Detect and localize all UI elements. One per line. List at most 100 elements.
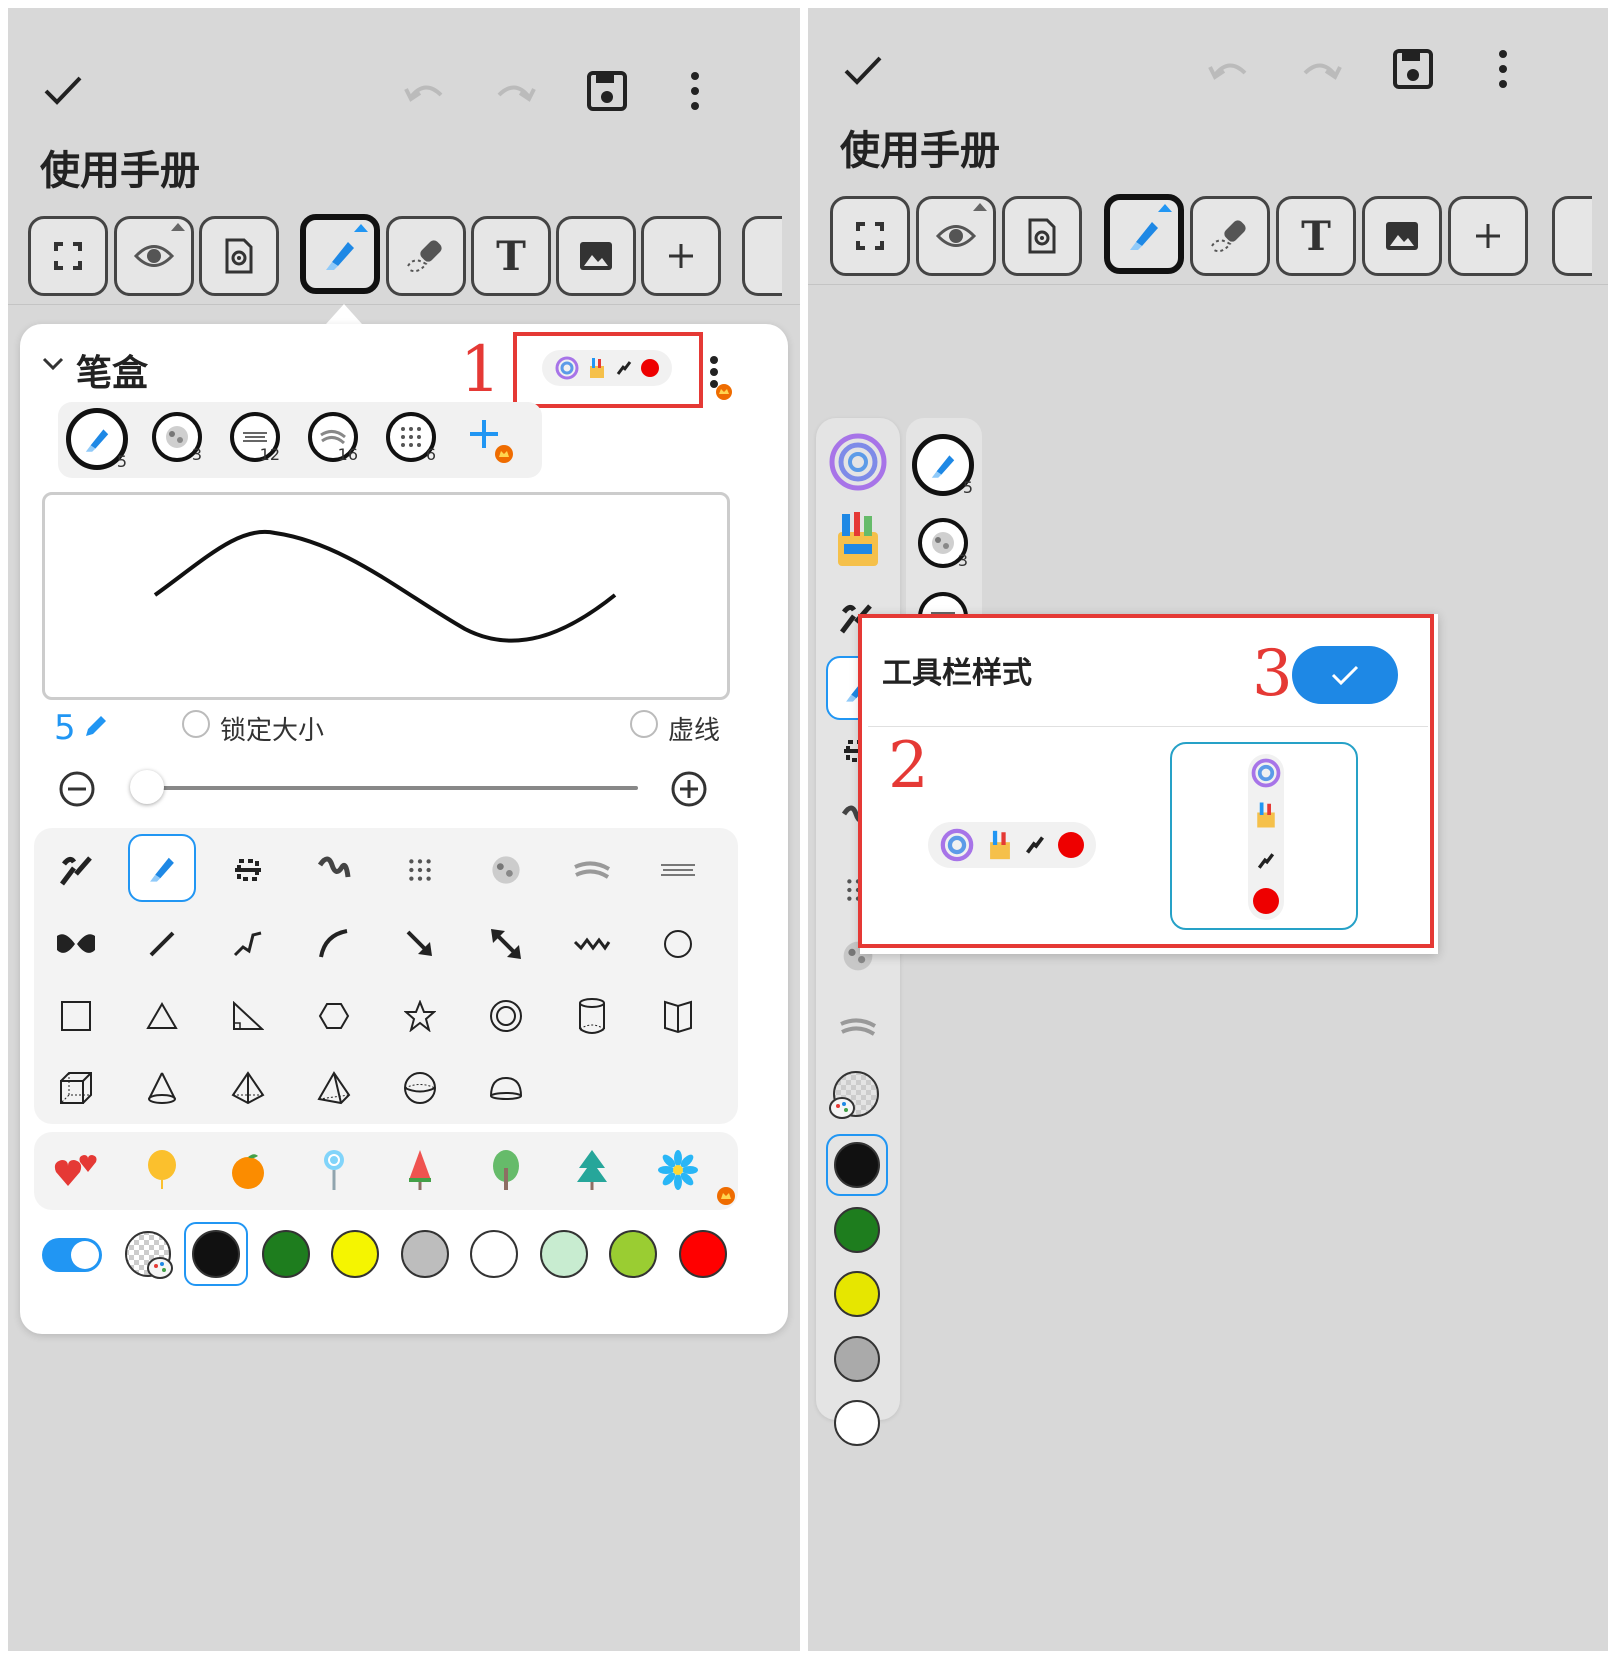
dashed-square-icon[interactable] (214, 838, 282, 902)
pen-tool-button[interactable] (300, 214, 380, 294)
circle-shape-icon[interactable] (644, 912, 712, 976)
save-icon[interactable] (1388, 44, 1438, 94)
undo-icon[interactable] (400, 72, 450, 112)
arc-icon[interactable] (300, 912, 368, 976)
undo-icon[interactable] (1204, 50, 1254, 90)
watermelon-sticker-icon[interactable] (386, 1138, 454, 1202)
pen-slot-2[interactable]: 3 (152, 412, 202, 464)
star-shape-icon[interactable] (386, 984, 454, 1048)
check-icon[interactable] (838, 48, 888, 92)
pine-tree-sticker-icon[interactable] (558, 1138, 626, 1202)
cone-shape-icon[interactable] (128, 1056, 196, 1120)
rectangle-shape-icon[interactable] (42, 984, 110, 1048)
pen-holder-icon[interactable] (834, 510, 882, 574)
pen-slot-3[interactable]: 12 (230, 412, 280, 464)
size-slider-handle[interactable] (130, 770, 164, 804)
dots-icon[interactable] (386, 838, 454, 902)
cylinder-shape-icon[interactable] (558, 984, 626, 1048)
custom-color-palette-icon[interactable] (826, 1070, 880, 1128)
triangle-shape-icon[interactable] (128, 984, 196, 1048)
settings-button[interactable] (1002, 196, 1082, 276)
hearts-sticker-icon[interactable] (42, 1138, 110, 1202)
save-icon[interactable] (582, 66, 632, 116)
color-swatch[interactable] (834, 1206, 880, 1253)
hemisphere-shape-icon[interactable] (472, 1056, 540, 1120)
pen-slot-1[interactable]: 5 (912, 434, 974, 497)
prism-shape-icon[interactable] (644, 984, 712, 1048)
eraser-tool-button[interactable] (1190, 196, 1270, 276)
squiggle-icon[interactable] (300, 838, 368, 902)
balloon-sticker-icon[interactable] (128, 1138, 196, 1202)
edit-size-icon[interactable] (82, 712, 110, 744)
hexagon-shape-icon[interactable] (300, 984, 368, 1048)
image-tool-button[interactable] (1362, 196, 1442, 276)
increase-size-button[interactable] (670, 770, 708, 812)
text-tool-button[interactable]: T (1276, 196, 1356, 276)
more-vert-icon[interactable] (680, 66, 710, 116)
more-tools-button[interactable] (742, 216, 782, 296)
color-swatch[interactable] (834, 1335, 880, 1382)
fullscreen-button[interactable] (28, 216, 108, 296)
color-toggle[interactable] (42, 1238, 102, 1272)
panel-more-icon[interactable] (704, 354, 734, 404)
chalk-icon[interactable] (558, 838, 626, 902)
redo-icon[interactable] (490, 72, 540, 112)
settings-button[interactable] (199, 216, 279, 296)
lock-size-radio[interactable] (182, 710, 210, 738)
shape-rings-icon[interactable] (828, 432, 888, 496)
pen-slot-1[interactable]: 5 (66, 408, 128, 471)
line-icon[interactable] (128, 912, 196, 976)
zigzag-icon[interactable] (214, 912, 282, 976)
flower-sticker-icon[interactable] (644, 1138, 712, 1202)
color-swatch[interactable] (331, 1230, 379, 1278)
cube-shape-icon[interactable] (42, 1056, 110, 1120)
pen-slot-5[interactable]: 6 (386, 412, 436, 464)
tree-sticker-icon[interactable] (472, 1138, 540, 1202)
wave-icon[interactable] (558, 912, 626, 976)
crayon-icon[interactable] (472, 838, 540, 902)
color-swatch[interactable] (834, 1271, 880, 1317)
redo-icon[interactable] (1296, 50, 1346, 90)
add-pen-button[interactable] (468, 416, 514, 470)
decrease-size-button[interactable] (58, 770, 96, 812)
arrow-icon[interactable] (386, 912, 454, 976)
ring-shape-icon[interactable] (472, 984, 540, 1048)
tetrahedron-shape-icon[interactable] (300, 1056, 368, 1120)
lollipop-sticker-icon[interactable] (300, 1138, 368, 1202)
eraser-tool-button[interactable] (386, 216, 466, 296)
image-tool-button[interactable] (556, 216, 636, 296)
chalk-icon[interactable] (838, 1014, 878, 1044)
fullscreen-button[interactable] (830, 196, 910, 276)
pen-tool-button[interactable] (1104, 194, 1184, 274)
custom-color-palette-icon[interactable] (124, 1230, 178, 1288)
double-arrow-icon[interactable] (472, 912, 540, 976)
orange-sticker-icon[interactable] (214, 1138, 282, 1202)
color-swatch[interactable] (192, 1230, 240, 1278)
dashed-radio[interactable] (630, 710, 658, 738)
sphere-shape-icon[interactable] (386, 1056, 454, 1120)
color-swatch[interactable] (834, 1400, 880, 1446)
size-slider-track[interactable] (132, 786, 638, 790)
pen-slot-2[interactable]: 3 (918, 518, 968, 570)
color-swatch[interactable] (678, 1230, 727, 1278)
color-swatch[interactable] (400, 1230, 449, 1278)
color-swatch[interactable] (609, 1230, 657, 1278)
compact-toolbar-preview[interactable] (542, 350, 672, 386)
highlighter-icon[interactable] (128, 834, 196, 902)
color-swatch[interactable] (539, 1230, 588, 1278)
color-swatch[interactable] (470, 1230, 518, 1278)
pyramid-shape-icon[interactable] (214, 1056, 282, 1120)
pen-size-value[interactable]: 5 (54, 708, 76, 748)
right-triangle-shape-icon[interactable] (214, 984, 282, 1048)
pencil-scribble-icon[interactable] (42, 838, 110, 902)
more-tools-button[interactable] (1552, 196, 1592, 276)
text-tool-button[interactable]: T (471, 216, 551, 296)
brush-icon[interactable] (644, 838, 712, 902)
bow-icon[interactable] (42, 912, 110, 976)
more-vert-icon[interactable] (1488, 44, 1518, 94)
pen-slot-4[interactable]: 16 (308, 412, 358, 464)
color-swatch[interactable] (834, 1142, 880, 1188)
view-button[interactable] (114, 216, 194, 296)
add-tool-button[interactable] (1448, 196, 1528, 276)
chevron-down-icon[interactable] (42, 356, 64, 375)
